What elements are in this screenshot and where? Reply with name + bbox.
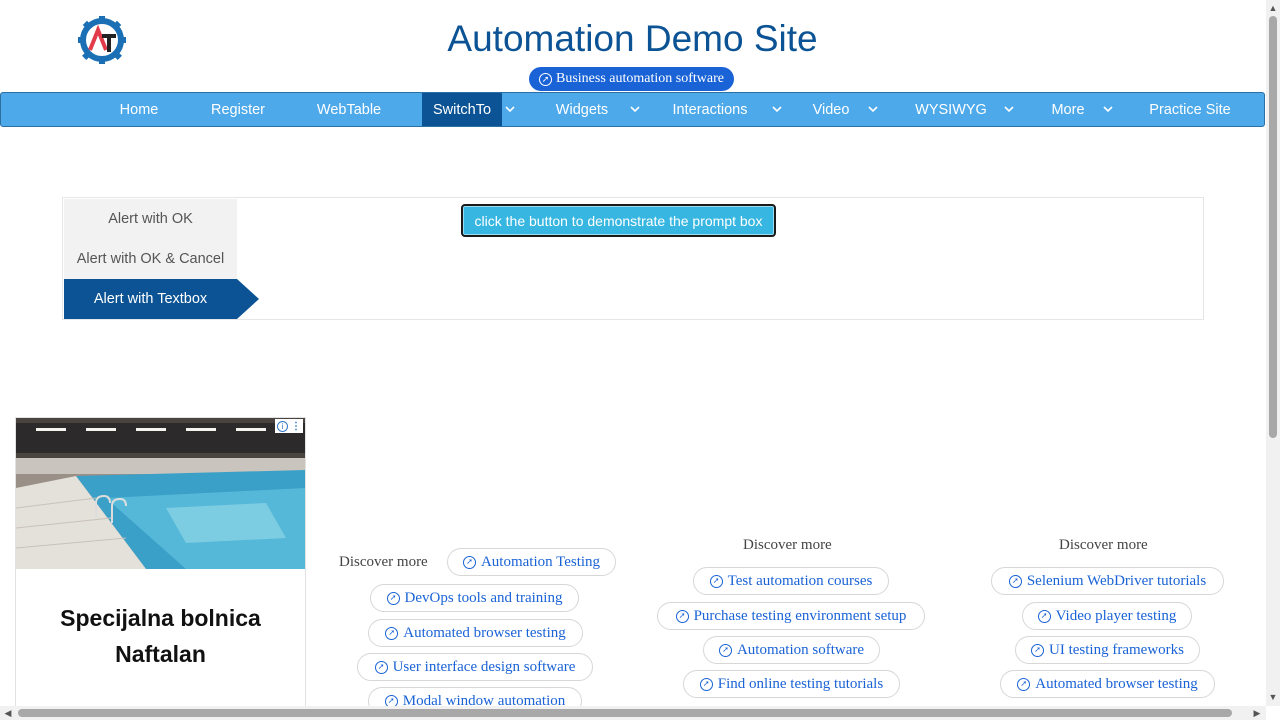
chevron-down-icon[interactable]	[500, 93, 520, 126]
chevron-down-icon[interactable]	[767, 93, 787, 126]
discover-link[interactable]: ➚ Selenium WebDriver tutorials	[991, 567, 1224, 595]
advertisement[interactable]: i ⋮ Specijalna bolnica Naftalan	[15, 417, 306, 709]
main-navbar: Home Register WebTable SwitchTo Widgets Inter…	[0, 92, 1265, 127]
scroll-up-icon[interactable]: ▲	[1266, 1, 1280, 15]
ad-headline-line: Naftalan	[115, 641, 206, 667]
discover-link[interactable]: ➚ Automated browser testing	[368, 619, 583, 647]
discover-link[interactable]: ➚ Automated browser testing	[1000, 670, 1215, 698]
tab-label: Alert with OK	[108, 211, 193, 227]
arrow-circle-icon: ➚	[386, 591, 400, 605]
pool-image	[16, 418, 305, 569]
business-automation-ad-link[interactable]: ➚ Business automation software	[529, 67, 734, 91]
horizontal-scroll-thumb[interactable]	[18, 709, 1232, 717]
discover-link-label: Selenium WebDriver tutorials	[1026, 572, 1207, 589]
nav-item-webtable[interactable]: WebTable	[295, 93, 403, 126]
nav-item-home[interactable]: Home	[96, 93, 182, 126]
discover-link-label: Automation Testing	[480, 553, 601, 570]
nav-item-practice-site[interactable]: Practice Site	[1135, 93, 1245, 126]
scroll-down-icon[interactable]: ▼	[1266, 690, 1280, 704]
discover-link-label: Automated browser testing	[403, 624, 566, 641]
discover-link-label: Purchase testing environment setup	[693, 607, 907, 624]
discover-link-label: Test automation courses	[727, 572, 873, 589]
nav-item-widgets[interactable]: Widgets	[537, 93, 627, 126]
chevron-down-icon[interactable]	[1098, 93, 1118, 126]
tab-alert-ok[interactable]: Alert with OK	[64, 199, 237, 239]
chevron-down-icon[interactable]	[863, 93, 883, 126]
discover-link-label: UI testing frameworks	[1049, 641, 1184, 658]
arrow-circle-icon: ➚	[709, 574, 723, 588]
adchoices-badge[interactable]: i ⋮	[275, 419, 303, 433]
chevron-down-icon[interactable]	[999, 93, 1019, 126]
tab-label: Alert with Textbox	[93, 291, 208, 307]
scroll-left-icon[interactable]: ◀	[1, 706, 15, 720]
nav-item-interactions[interactable]: Interactions	[651, 93, 769, 126]
discover-link-label: User interface design software	[392, 658, 576, 675]
discover-link[interactable]: ➚ UI testing frameworks	[1015, 636, 1200, 664]
discover-link[interactable]: ➚ User interface design software	[357, 653, 593, 681]
vertical-scroll-thumb[interactable]	[1269, 16, 1277, 438]
discover-more-label: Discover more	[1059, 537, 1148, 553]
active-tab-arrow	[237, 279, 259, 319]
arrow-circle-icon: ➚	[718, 643, 732, 657]
discover-link[interactable]: ➚ Find online testing tutorials	[683, 670, 900, 698]
arrow-circle-icon: ➚	[539, 72, 552, 86]
discover-link[interactable]: ➚ Purchase testing environment setup	[657, 602, 925, 630]
chevron-down-icon[interactable]	[625, 93, 645, 126]
nav-item-more[interactable]: More	[1036, 93, 1100, 126]
discover-link[interactable]: ➚ Video player testing	[1022, 602, 1192, 630]
more-options-icon: ⋮	[291, 420, 301, 432]
arrow-circle-icon: ➚	[374, 660, 388, 674]
nav-item-wysiwyg[interactable]: WYSIWYG	[901, 93, 1001, 126]
discover-link[interactable]: ➚ Automation software	[703, 636, 880, 664]
tab-alert-ok-cancel[interactable]: Alert with OK & Cancel	[64, 239, 237, 279]
tab-label: Alert with OK & Cancel	[76, 251, 225, 267]
horizontal-scrollbar[interactable]: ◀ ▶	[0, 706, 1266, 720]
arrow-circle-icon: ➚	[1037, 609, 1051, 623]
discover-link-label: Video player testing	[1055, 607, 1177, 624]
tab-alert-textbox[interactable]: Alert with Textbox	[64, 279, 237, 319]
info-icon: i	[277, 420, 288, 432]
discover-link[interactable]: ➚ Automation Testing	[447, 548, 616, 576]
arrow-circle-icon: ➚	[699, 677, 713, 691]
discover-link-label: DevOps tools and training	[404, 589, 563, 606]
ad-pill-label: Business automation software	[556, 71, 724, 86]
arrow-circle-icon: ➚	[385, 626, 399, 640]
discover-link[interactable]: ➚ DevOps tools and training	[370, 584, 579, 612]
nav-item-video[interactable]: Video	[797, 93, 865, 126]
arrow-circle-icon: ➚	[1008, 574, 1022, 588]
vertical-scrollbar[interactable]: ▲ ▼	[1266, 0, 1280, 706]
prompt-box-button[interactable]: click the button to demonstrate the prom…	[461, 204, 776, 237]
ad-headline: Specijalna bolnica Naftalan	[16, 600, 305, 672]
discover-link[interactable]: ➚ Test automation courses	[693, 567, 889, 595]
arrow-circle-icon: ➚	[1017, 677, 1031, 691]
ad-headline-line: Specijalna bolnica	[60, 605, 261, 631]
scroll-right-icon[interactable]: ▶	[1250, 706, 1264, 720]
discover-link-label: Automation software	[736, 641, 865, 658]
arrow-circle-icon: ➚	[675, 609, 689, 623]
discover-link-label: Automated browser testing	[1035, 675, 1198, 692]
arrow-circle-icon: ➚	[462, 555, 476, 569]
site-title: Automation Demo Site	[447, 18, 818, 59]
discover-link-label: Find online testing tutorials	[717, 675, 884, 692]
discover-more-label: Discover more	[339, 554, 428, 570]
nav-item-switchto[interactable]: SwitchTo	[422, 93, 502, 126]
arrow-circle-icon: ➚	[1031, 643, 1045, 657]
nav-item-register[interactable]: Register	[187, 93, 289, 126]
discover-more-label: Discover more	[743, 537, 832, 553]
